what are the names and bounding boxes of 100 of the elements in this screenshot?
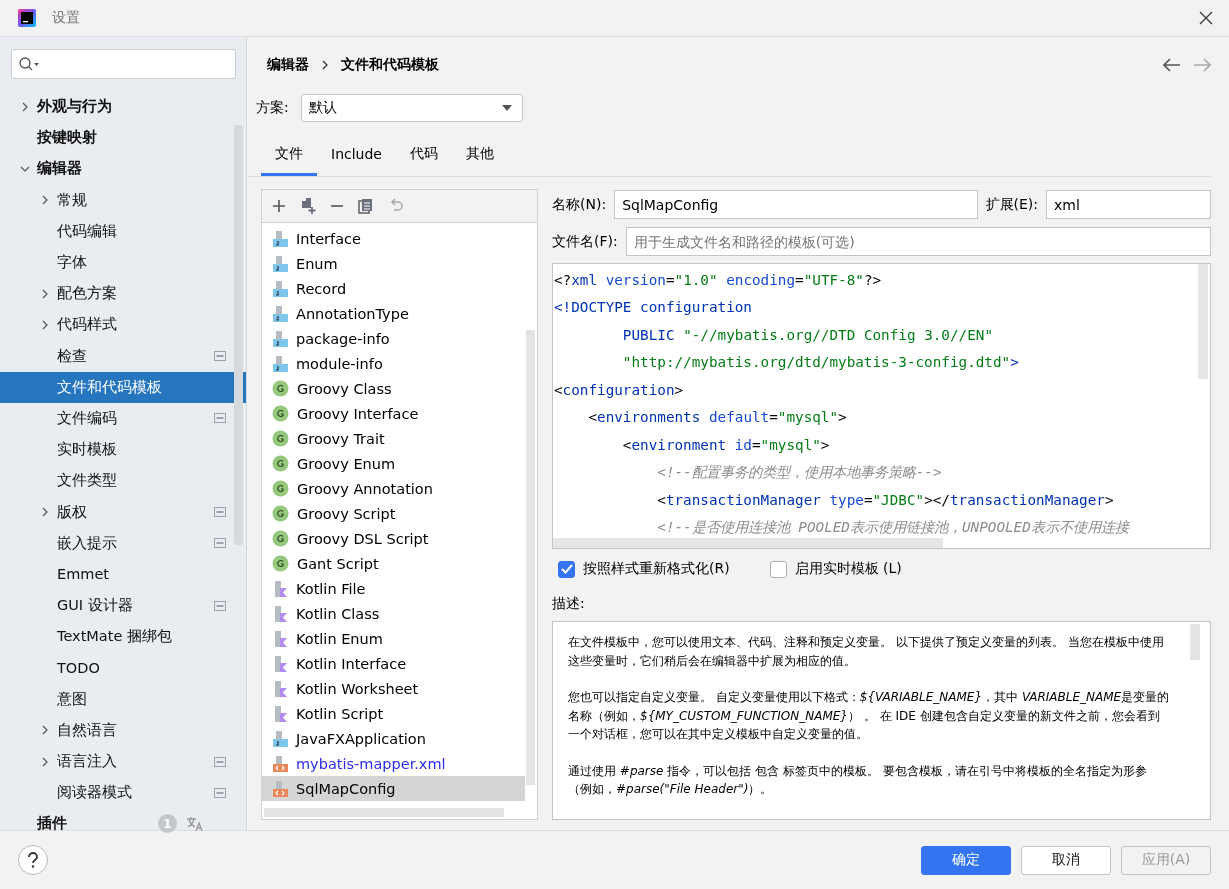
template-item[interactable]: Kotlin Enum [262, 626, 525, 651]
dialog-button[interactable]: 确定 [921, 845, 1011, 875]
tree-item[interactable]: 常规 [0, 184, 246, 216]
tree-item[interactable]: 嵌入提示 [0, 527, 246, 559]
tree-item[interactable]: 版权 [0, 496, 246, 528]
template-item[interactable]: AnnotationType [262, 301, 525, 326]
template-item[interactable]: Groovy Annotation [262, 476, 525, 501]
template-item[interactable]: Enum [262, 251, 525, 276]
back-arrow-icon[interactable] [1163, 58, 1181, 72]
groovy-icon [272, 405, 289, 422]
scrollbar[interactable] [264, 808, 504, 817]
chevron-right-icon[interactable] [40, 288, 50, 299]
file-name-label: 文件名(F): [552, 232, 618, 251]
code-line: PUBLIC "-//mybatis.org//DTD Config 3.0//EN" [621, 325, 994, 345]
template-item[interactable]: Groovy Trait [262, 426, 525, 451]
count-badge: 1 [158, 814, 177, 834]
tree-item[interactable]: 配色方案 [0, 278, 246, 310]
tree-item[interactable]: 代码样式 [0, 309, 246, 341]
tree-item[interactable]: 语言注入 [0, 745, 246, 778]
chevron-right-icon[interactable] [20, 101, 30, 112]
template-item[interactable]: mybatis-mapper.xml [262, 751, 525, 776]
template-item[interactable]: package-info [262, 326, 525, 351]
template-item[interactable]: Kotlin File [262, 576, 525, 601]
description-text: 通过使用 #parse 指令，可以包括 包含 标签页中的模板。 要包含模板，请在引号中将模板的全名指定为形参（例如，#parse("File Header")）。 [568, 762, 1148, 798]
groovy-icon [272, 555, 289, 572]
code-line: <environments default="mysql"> [587, 408, 848, 428]
search-field[interactable] [11, 49, 236, 79]
code-line: "http://mybatis.org/dtd/mybatis-3-config.dtd"> [621, 353, 1020, 373]
code-line: <!--配置事务的类型，使用本地事务策略--> [656, 462, 943, 482]
tree-item[interactable]: GUI 设计器 [0, 590, 246, 622]
scheme-label: 方案: [256, 99, 289, 117]
tree-item[interactable]: 检查 [0, 340, 246, 372]
chevron-right-icon[interactable] [40, 507, 50, 518]
tab[interactable]: 文件 [261, 137, 317, 176]
kotlin-file-icon [272, 579, 288, 598]
add-file-icon[interactable] [300, 197, 316, 215]
template-item[interactable]: Kotlin Class [262, 601, 525, 626]
scheme-dropdown[interactable]: 默认 [300, 94, 523, 122]
tree-item[interactable]: TextMate 捆绑包 [0, 621, 246, 653]
tree-item[interactable]: Emmet [0, 558, 246, 590]
name-field[interactable]: SqlMapConfig [614, 190, 978, 219]
template-item[interactable]: SqlMapConfig [262, 776, 525, 801]
template-item[interactable]: Record [262, 276, 525, 301]
tree-item[interactable]: 外观与行为 [0, 91, 246, 123]
chevron-right-icon[interactable] [40, 756, 50, 767]
template-item[interactable]: Groovy Interface [262, 401, 525, 426]
template-item[interactable]: Groovy DSL Script [262, 526, 525, 551]
tree-item[interactable]: 按键映射 [0, 122, 246, 154]
template-item[interactable]: Interface [262, 226, 525, 251]
tab[interactable]: Include [317, 137, 396, 176]
tree-item[interactable]: 文件和代码模板 [0, 371, 246, 403]
tree-item[interactable]: 自然语言 [0, 714, 246, 746]
tree-item[interactable]: 文件类型 [0, 465, 246, 497]
template-item[interactable]: JavaFXApplication [262, 726, 525, 751]
tree-item[interactable]: 编辑器 [0, 153, 246, 185]
chevron-right-icon[interactable] [40, 195, 50, 206]
scrollbar[interactable] [234, 125, 243, 545]
kotlin-file-icon [272, 654, 288, 673]
tree-item[interactable]: 阅读器模式 [0, 777, 246, 809]
file-name-field[interactable]: 用于生成文件名和路径的模板(可选) [625, 227, 1211, 256]
checkbox[interactable] [769, 560, 787, 578]
breadcrumb-item[interactable]: 编辑器 [267, 56, 309, 74]
tree-item[interactable]: 字体 [0, 246, 246, 279]
kotlin-file-icon [272, 679, 288, 698]
chevron-right-icon [321, 60, 329, 70]
close-icon[interactable] [1199, 11, 1213, 25]
tree-item[interactable]: 意图 [0, 683, 246, 715]
help-button[interactable] [18, 845, 48, 875]
checkbox[interactable] [558, 560, 575, 578]
java-file-icon [272, 304, 288, 323]
template-item[interactable]: module-info [262, 351, 525, 376]
checkbox-label: 按照样式重新格式化(R) [583, 560, 730, 578]
scrollbar[interactable] [1198, 264, 1208, 379]
template-item[interactable]: Groovy Script [262, 501, 525, 526]
tab[interactable]: 代码 [395, 137, 452, 176]
description-label: 描述: [552, 595, 586, 613]
template-item[interactable]: Groovy Enum [262, 451, 525, 476]
copy-icon[interactable] [358, 198, 374, 214]
code-editor[interactable] [552, 263, 1211, 549]
dropdown-arrow-icon [501, 105, 512, 111]
add-icon[interactable] [272, 199, 286, 213]
scrollbar[interactable] [553, 538, 943, 548]
scrollbar[interactable] [1190, 624, 1200, 660]
template-item[interactable]: Gant Script [262, 551, 525, 576]
template-item[interactable]: Groovy Class [262, 376, 525, 401]
scrollbar[interactable] [526, 330, 535, 785]
tree-item[interactable]: 文件编码 [0, 402, 246, 435]
tab[interactable]: 其他 [451, 137, 508, 176]
template-item[interactable]: Kotlin Interface [262, 651, 525, 676]
tree-item[interactable]: TODO [0, 652, 246, 684]
search-icon [18, 56, 40, 72]
template-item[interactable]: Kotlin Worksheet [262, 676, 525, 701]
extension-field[interactable]: xml [1046, 190, 1211, 219]
dialog-button[interactable]: 取消 [1021, 845, 1111, 875]
chevron-right-icon[interactable] [40, 319, 50, 330]
template-item[interactable]: Kotlin Script [262, 701, 525, 726]
tree-item[interactable]: 代码编辑 [0, 215, 246, 247]
chevron-right-icon[interactable] [40, 725, 50, 736]
tree-item[interactable]: 实时模板 [0, 434, 246, 466]
tree-item[interactable]: 插件 1 [0, 808, 246, 840]
